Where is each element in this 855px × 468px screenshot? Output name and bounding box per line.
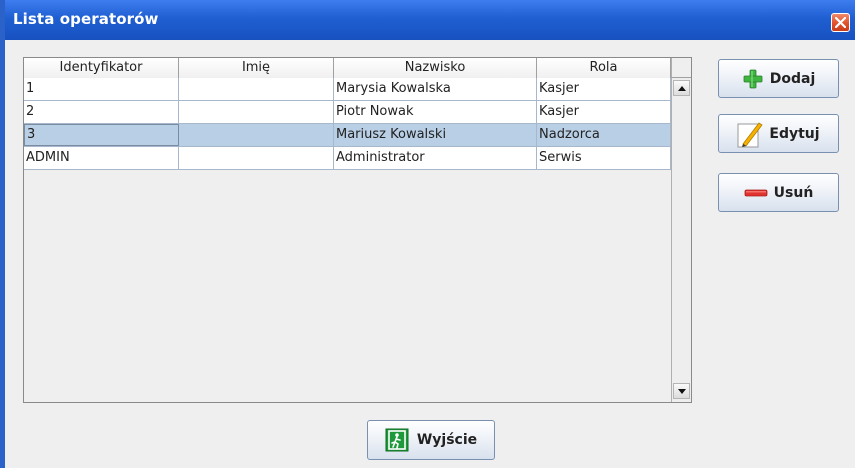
cell-nazwisko: Administrator bbox=[334, 147, 537, 169]
add-button[interactable]: Dodaj bbox=[718, 59, 839, 98]
cell-imie bbox=[179, 124, 334, 146]
cell-rola: Nadzorca bbox=[537, 124, 671, 146]
add-button-label: Dodaj bbox=[769, 70, 816, 87]
cell-identyfikator: ADMIN bbox=[24, 147, 179, 169]
plus-icon bbox=[742, 68, 764, 90]
cell-identyfikator: 3 bbox=[24, 124, 179, 146]
edit-button[interactable]: Edytuj bbox=[718, 114, 839, 153]
operators-window: Lista operatorów Identyfikator Imię Nazw… bbox=[0, 0, 855, 468]
cell-rola: Kasjer bbox=[537, 101, 671, 123]
table-row[interactable]: 2 Piotr Nowak Kasjer bbox=[24, 101, 671, 124]
close-button[interactable] bbox=[831, 13, 850, 32]
exit-button[interactable]: Wyjście bbox=[367, 420, 495, 460]
vertical-scrollbar[interactable] bbox=[671, 78, 691, 402]
title-bar[interactable]: Lista operatorów bbox=[5, 0, 855, 40]
cell-imie bbox=[179, 147, 334, 169]
pencil-icon bbox=[737, 120, 763, 148]
exit-button-label: Wyjście bbox=[416, 432, 478, 448]
cell-nazwisko: Marysia Kowalska bbox=[334, 78, 537, 100]
arrow-down-icon bbox=[678, 389, 686, 394]
cell-nazwisko: Mariusz Kowalski bbox=[334, 124, 537, 146]
cell-nazwisko: Piotr Nowak bbox=[334, 101, 537, 123]
operators-table: Identyfikator Imię Nazwisko Rola 1 Marys… bbox=[23, 57, 692, 403]
table-header: Identyfikator Imię Nazwisko Rola bbox=[24, 58, 671, 79]
window-title: Lista operatorów bbox=[13, 10, 159, 28]
table-body: 1 Marysia Kowalska Kasjer 2 Piotr Nowak … bbox=[24, 78, 671, 170]
delete-button[interactable]: Usuń bbox=[718, 173, 839, 212]
cell-rola: Kasjer bbox=[537, 78, 671, 100]
table-row[interactable]: 1 Marysia Kowalska Kasjer bbox=[24, 78, 671, 101]
close-icon bbox=[835, 17, 846, 28]
column-header-rola[interactable]: Rola bbox=[537, 58, 671, 78]
column-header-identyfikator[interactable]: Identyfikator bbox=[24, 58, 179, 78]
cell-imie bbox=[179, 78, 334, 100]
table-row[interactable]: ADMIN Administrator Serwis bbox=[24, 147, 671, 170]
arrow-up-icon bbox=[678, 86, 686, 91]
cell-rola: Serwis bbox=[537, 147, 671, 169]
edit-button-label: Edytuj bbox=[769, 125, 820, 142]
scroll-corner bbox=[671, 58, 691, 78]
minus-icon bbox=[744, 188, 768, 198]
scroll-down-button[interactable] bbox=[673, 383, 690, 399]
exit-icon bbox=[385, 428, 409, 452]
column-header-nazwisko[interactable]: Nazwisko bbox=[334, 58, 537, 78]
cell-identyfikator: 2 bbox=[24, 101, 179, 123]
table-row-selected[interactable]: 3 Mariusz Kowalski Nadzorca bbox=[24, 124, 671, 147]
cell-imie bbox=[179, 101, 334, 123]
delete-button-label: Usuń bbox=[773, 184, 814, 201]
cell-identyfikator: 1 bbox=[24, 78, 179, 100]
column-header-imie[interactable]: Imię bbox=[179, 58, 334, 78]
scroll-up-button[interactable] bbox=[673, 80, 690, 96]
